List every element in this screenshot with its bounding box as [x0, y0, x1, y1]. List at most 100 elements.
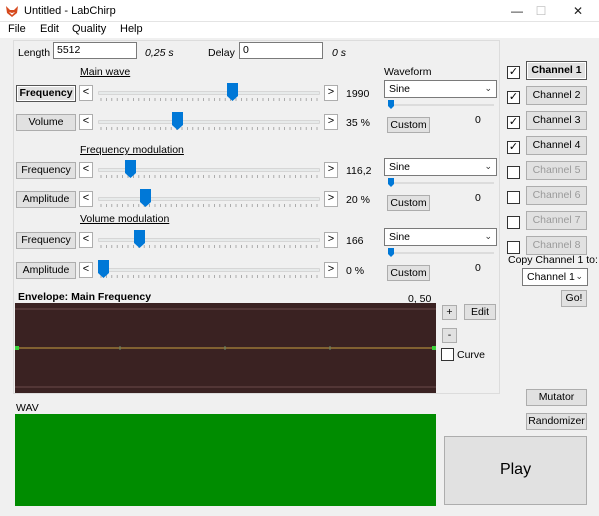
vm-amplitude-slider-thumb[interactable]	[98, 260, 109, 278]
envelope-editor[interactable]	[15, 303, 436, 393]
channel-6-button[interactable]: Channel 6	[526, 186, 587, 205]
curve-checkbox[interactable]	[441, 348, 454, 361]
waveform-select-1[interactable]: Sine ⌄	[384, 80, 497, 98]
waveform-param-thumb-3[interactable]	[388, 248, 394, 257]
main-frequency-slider-ticks	[100, 98, 318, 101]
freq-mod-heading: Frequency modulation	[80, 144, 184, 156]
vm-amplitude-slider-track[interactable]	[98, 268, 320, 272]
channel-8-checkbox[interactable]	[507, 241, 520, 254]
go-button[interactable]: Go!	[561, 290, 587, 307]
waveform-param-track-2[interactable]	[389, 182, 494, 184]
channel-7-checkbox[interactable]	[507, 216, 520, 229]
channel-2-checkbox[interactable]: ✓	[507, 91, 520, 104]
envelope-remove-point-button[interactable]: -	[442, 328, 457, 343]
menu-bar: File Edit Quality Help	[0, 22, 599, 38]
main-frequency-slider-track[interactable]	[98, 91, 320, 95]
channel-5-checkbox[interactable]	[507, 166, 520, 179]
main-frequency-value: 1990	[346, 88, 370, 100]
waveform-param-value-3: 0	[475, 262, 481, 274]
menu-edit[interactable]: Edit	[40, 23, 59, 35]
vm-frequency-slider-thumb[interactable]	[133, 230, 145, 248]
close-button[interactable]: ✕	[563, 0, 593, 22]
randomizer-button[interactable]: Randomizer	[526, 413, 587, 430]
length-input[interactable]: 5512	[53, 42, 137, 59]
fm-frequency-decrement-button[interactable]: <	[79, 162, 93, 178]
copy-target-select[interactable]: Channel 1 ⌄	[522, 268, 588, 286]
vm-frequency-decrement-button[interactable]: <	[79, 232, 93, 248]
vm-amplitude-button[interactable]: Amplitude	[16, 262, 76, 279]
delay-seconds: 0 s	[332, 47, 347, 59]
channel-4-button[interactable]: Channel 4	[526, 136, 587, 155]
custom-waveform-button-1[interactable]: Custom	[387, 117, 430, 133]
fm-frequency-increment-button[interactable]: >	[324, 162, 338, 178]
vm-amplitude-value: 0 %	[346, 265, 365, 277]
vm-amplitude-slider-ticks	[100, 275, 318, 278]
channel-2-button[interactable]: Channel 2	[526, 86, 587, 105]
window-title: Untitled - LabChirp	[24, 5, 116, 17]
maximize-button[interactable]: ☐	[526, 0, 556, 22]
envelope-end-point	[432, 346, 436, 350]
envelope-graph	[15, 308, 436, 388]
main-volume-increment-button[interactable]: >	[324, 114, 338, 130]
envelope-title: Envelope: Main Frequency	[18, 291, 152, 303]
play-button[interactable]: Play	[444, 436, 587, 505]
channel-6-checkbox[interactable]	[507, 191, 520, 204]
channel-5-button[interactable]: Channel 5	[526, 161, 587, 180]
mutator-button[interactable]: Mutator	[526, 389, 587, 406]
vm-frequency-increment-button[interactable]: >	[324, 232, 338, 248]
main-volume-decrement-button[interactable]: <	[79, 114, 93, 130]
fm-amplitude-increment-button[interactable]: >	[324, 191, 338, 207]
fm-amplitude-button[interactable]: Amplitude	[16, 191, 76, 208]
vm-amplitude-increment-button[interactable]: >	[324, 262, 338, 278]
waveform-param-value-2: 0	[475, 192, 481, 204]
main-frequency-increment-button[interactable]: >	[324, 85, 338, 101]
fm-amplitude-slider-thumb[interactable]	[140, 189, 152, 207]
fm-amplitude-value: 20 %	[346, 194, 370, 206]
main-volume-button[interactable]: Volume	[16, 114, 76, 131]
channel-4-checkbox[interactable]: ✓	[507, 141, 520, 154]
waveform-param-track-3[interactable]	[389, 252, 494, 254]
vm-frequency-slider-track[interactable]	[98, 238, 320, 242]
vm-amplitude-decrement-button[interactable]: <	[79, 262, 93, 278]
channel-8-button[interactable]: Channel 8	[526, 236, 587, 255]
wav-display	[15, 414, 436, 506]
waveform-select-value: Sine	[389, 83, 411, 95]
menu-help[interactable]: Help	[120, 23, 143, 35]
custom-waveform-button-2[interactable]: Custom	[387, 195, 430, 211]
custom-waveform-button-3[interactable]: Custom	[387, 265, 430, 281]
channel-1-checkbox[interactable]: ✓	[507, 66, 520, 79]
menu-file[interactable]: File	[8, 23, 26, 35]
delay-input[interactable]: 0	[239, 42, 323, 59]
main-wave-heading: Main wave	[80, 66, 131, 78]
channel-1-button[interactable]: Channel 1	[526, 61, 587, 80]
title-bar: Untitled - LabChirp — ☐ ✕	[0, 0, 599, 22]
menu-quality[interactable]: Quality	[72, 23, 106, 35]
channel-7-button[interactable]: Channel 7	[526, 211, 587, 230]
envelope-edit-button[interactable]: Edit	[464, 304, 496, 320]
chevron-down-icon: ⌄	[484, 231, 492, 241]
fm-amplitude-decrement-button[interactable]: <	[79, 191, 93, 207]
channel-3-button[interactable]: Channel 3	[526, 111, 587, 130]
vm-frequency-value: 166	[346, 235, 364, 247]
wav-label: WAV	[16, 402, 39, 414]
fm-frequency-slider-thumb[interactable]	[125, 160, 137, 178]
waveform-select-3[interactable]: Sine ⌄	[384, 228, 497, 246]
main-volume-slider-thumb[interactable]	[171, 112, 183, 130]
channel-3-checkbox[interactable]: ✓	[507, 116, 520, 129]
main-frequency-decrement-button[interactable]: <	[79, 85, 93, 101]
waveform-param-track-1[interactable]	[389, 104, 494, 106]
waveform-param-thumb-1[interactable]	[388, 100, 394, 109]
waveform-param-value-1: 0	[475, 114, 481, 126]
delay-label: Delay	[208, 47, 235, 59]
fm-amplitude-slider-track[interactable]	[98, 197, 320, 201]
waveform-select-2[interactable]: Sine ⌄	[384, 158, 497, 176]
fm-frequency-button[interactable]: Frequency	[16, 162, 76, 179]
envelope-add-point-button[interactable]: +	[442, 305, 457, 320]
main-frequency-slider-thumb[interactable]	[226, 83, 238, 101]
main-volume-slider-ticks	[100, 127, 318, 130]
vm-frequency-button[interactable]: Frequency	[16, 232, 76, 249]
main-volume-slider-track[interactable]	[98, 120, 320, 124]
waveform-param-thumb-2[interactable]	[388, 178, 394, 187]
waveform-select-value: Sine	[389, 231, 411, 243]
main-frequency-button[interactable]: Frequency	[16, 85, 76, 102]
